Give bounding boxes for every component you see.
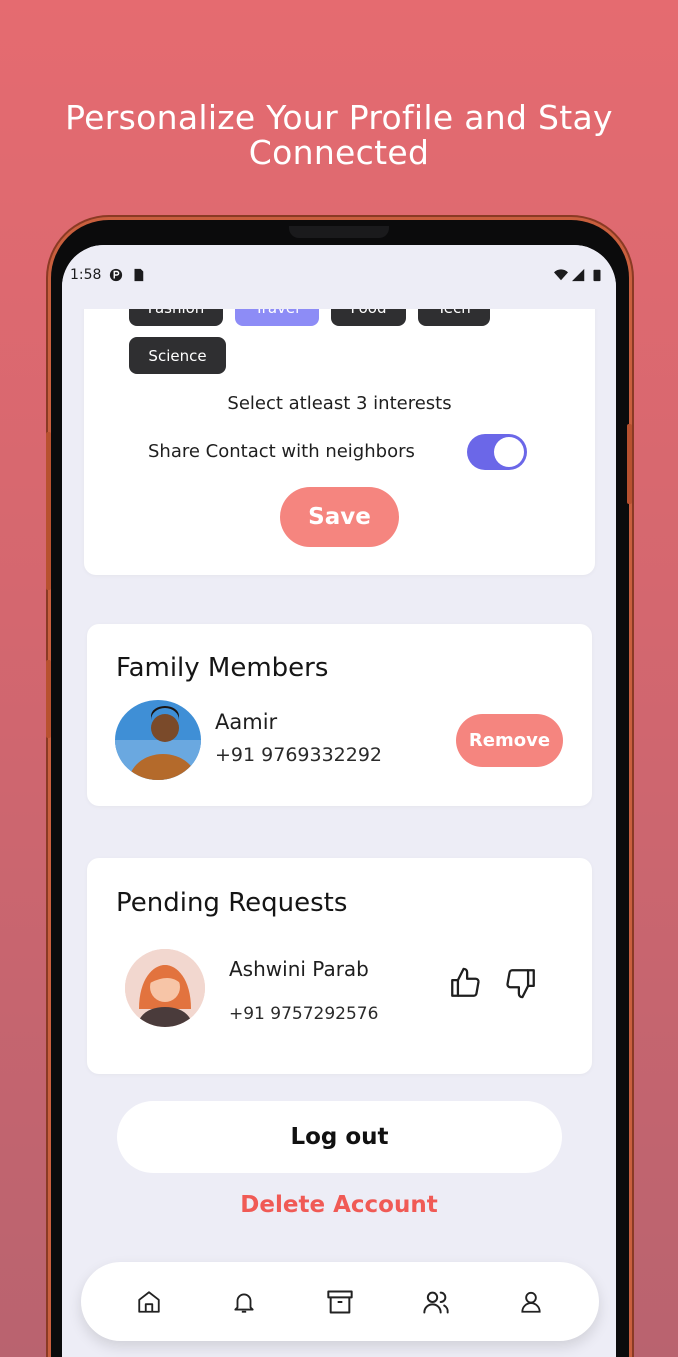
side-button xyxy=(46,660,51,738)
share-contact-toggle[interactable] xyxy=(467,434,527,470)
interests-card: Fashion Travel Food Tech Science Select … xyxy=(84,265,595,575)
status-time: 1:58 xyxy=(70,267,102,283)
app-screen: 1:58 Fashion Travel xyxy=(62,245,616,1357)
request-phone: +91 9757292576 xyxy=(229,1004,379,1024)
avatar xyxy=(125,949,205,1027)
remove-button[interactable]: Remove xyxy=(456,714,563,767)
family-members-card: Family Members Aamir +91 9769332292 Remo… xyxy=(87,624,592,806)
profile-icon xyxy=(521,1291,541,1313)
thumbs-up-icon[interactable] xyxy=(448,966,482,1000)
delete-account-link[interactable]: Delete Account xyxy=(62,1192,616,1218)
sd-card-icon xyxy=(134,268,144,282)
nav-archive[interactable] xyxy=(320,1282,360,1322)
signal-icon xyxy=(572,268,585,282)
status-bar-overlay: 1:58 xyxy=(62,245,616,299)
logout-button[interactable]: Log out xyxy=(117,1101,562,1173)
interest-chip[interactable]: Science xyxy=(129,337,226,374)
archive-icon xyxy=(327,1290,353,1313)
family-member-phone: +91 9769332292 xyxy=(215,744,383,766)
bottom-nav xyxy=(81,1262,599,1341)
nav-profile[interactable] xyxy=(511,1282,551,1322)
pending-requests-title: Pending Requests xyxy=(116,888,348,918)
side-button xyxy=(627,424,632,504)
side-button xyxy=(46,432,51,590)
thumbs-down-icon[interactable] xyxy=(504,966,538,1000)
users-icon xyxy=(422,1291,449,1313)
interests-hint: Select atleast 3 interests xyxy=(227,393,452,414)
nav-community[interactable] xyxy=(416,1282,456,1322)
camera-notch xyxy=(289,226,389,238)
family-members-title: Family Members xyxy=(116,653,329,683)
home-icon xyxy=(138,1290,160,1313)
request-name: Ashwini Parab xyxy=(229,957,369,981)
family-member-name: Aamir xyxy=(215,710,278,734)
share-contact-label: Share Contact with neighbors xyxy=(148,441,415,462)
wifi-icon xyxy=(554,269,568,281)
avatar xyxy=(115,700,201,780)
headline: Personalize Your Profile and Stay Connec… xyxy=(65,98,613,172)
nav-notifications[interactable] xyxy=(224,1282,264,1322)
nav-home[interactable] xyxy=(129,1282,169,1322)
battery-icon xyxy=(593,269,601,282)
notification-app-icon xyxy=(110,268,123,282)
toggle-knob xyxy=(494,437,524,467)
bell-icon xyxy=(234,1293,254,1313)
save-button[interactable]: Save xyxy=(280,487,399,547)
pending-requests-card: Pending Requests Ashwini Parab +91 97572… xyxy=(87,858,592,1074)
